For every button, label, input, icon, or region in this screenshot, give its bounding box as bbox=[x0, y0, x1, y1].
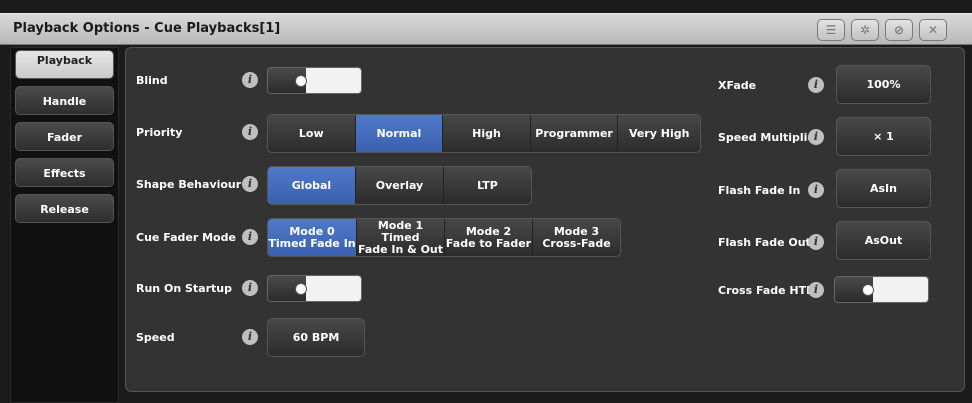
shape-option-ltp[interactable]: LTP bbox=[444, 167, 531, 204]
sidebar-item-playback[interactable]: Playback bbox=[15, 50, 114, 79]
cue-fader-mode-3[interactable]: Mode 3 Cross-Fade bbox=[533, 219, 620, 256]
priority-option-programmer[interactable]: Programmer bbox=[530, 115, 619, 152]
priority-option-normal[interactable]: Normal bbox=[355, 115, 444, 152]
sidebar-item-label: Handle bbox=[42, 95, 87, 108]
cue-fader-mode-1[interactable]: Mode 1 Timed Fade In & Out bbox=[357, 219, 445, 256]
toggle-knob bbox=[862, 284, 874, 296]
info-icon[interactable]: i bbox=[808, 129, 824, 145]
speed-button[interactable]: 60 BPM bbox=[267, 318, 365, 357]
mode-line1: Mode 0 bbox=[289, 224, 335, 238]
speed-label: Speed bbox=[136, 331, 175, 344]
xfade-label: XFade bbox=[718, 79, 757, 92]
priority-option-low[interactable]: Low bbox=[268, 115, 356, 152]
cue-fader-mode-2[interactable]: Mode 2 Fade to Fader bbox=[445, 219, 533, 256]
sidebar-item-fader[interactable]: Fader bbox=[15, 122, 114, 151]
cross-fade-htp-toggle[interactable] bbox=[834, 276, 929, 303]
flash-fade-out-value: AsOut bbox=[864, 234, 903, 247]
shape-behaviour-selector: Global Overlay LTP bbox=[267, 166, 532, 205]
blind-label: Blind bbox=[136, 74, 168, 87]
mode-line1: Mode 1 Timed bbox=[377, 218, 424, 244]
sidebar-item-label: Effects bbox=[43, 167, 86, 180]
priority-option-high[interactable]: High bbox=[443, 115, 531, 152]
info-icon[interactable]: i bbox=[808, 282, 824, 298]
shape-behaviour-label: Shape Behaviour bbox=[136, 178, 242, 191]
shape-option-overlay[interactable]: Overlay bbox=[356, 167, 444, 204]
xfade-button[interactable]: 100% bbox=[836, 65, 931, 104]
cross-fade-htp-label: Cross Fade HTP bbox=[718, 284, 815, 297]
cue-fader-mode-selector: Mode 0 Timed Fade In Mode 1 Timed Fade In … bbox=[267, 218, 621, 257]
info-icon[interactable]: i bbox=[808, 182, 824, 198]
info-icon[interactable]: i bbox=[242, 124, 258, 140]
info-icon[interactable]: i bbox=[242, 280, 258, 296]
cue-fader-mode-label: Cue Fader Mode bbox=[136, 231, 236, 244]
mode-line1: Mode 3 bbox=[553, 224, 600, 238]
flash-fade-in-value: AsIn bbox=[870, 182, 897, 195]
flash-fade-out-button[interactable]: AsOut bbox=[836, 221, 931, 260]
toggle-on-segment bbox=[873, 277, 928, 302]
gear-icon[interactable]: ✲ bbox=[851, 19, 879, 41]
flash-fade-in-button[interactable]: AsIn bbox=[836, 169, 931, 208]
mode-line2: Fade to Fader bbox=[445, 236, 532, 250]
priority-option-very-high[interactable]: Very High bbox=[618, 115, 700, 152]
run-on-startup-toggle[interactable] bbox=[267, 275, 362, 302]
toggle-knob bbox=[295, 75, 307, 87]
flash-fade-in-label: Flash Fade In bbox=[718, 184, 801, 197]
speed-multiplier-value: × 1 bbox=[873, 130, 894, 143]
options-panel: Blind i Priority i Low Normal High Progr… bbox=[125, 47, 965, 392]
playback-options-window: Playback Options - Cue Playbacks[1] ☰ ✲ … bbox=[0, 0, 972, 403]
priority-selector: Low Normal High Programmer Very High bbox=[267, 114, 701, 153]
cue-fader-mode-0[interactable]: Mode 0 Timed Fade In bbox=[268, 219, 357, 256]
window-title: Playback Options - Cue Playbacks[1] bbox=[13, 21, 281, 36]
info-icon[interactable]: i bbox=[808, 77, 824, 93]
mode-line2: Fade In & Out bbox=[357, 242, 444, 256]
sidebar-item-effects[interactable]: Effects bbox=[15, 158, 114, 187]
run-on-startup-label: Run On Startup bbox=[136, 282, 232, 295]
mode-line2: Timed Fade In bbox=[268, 236, 356, 250]
blind-toggle[interactable] bbox=[267, 67, 362, 94]
sidebar-item-label: Release bbox=[40, 203, 89, 216]
info-icon[interactable]: i bbox=[808, 234, 824, 250]
mode-line1: Mode 2 bbox=[465, 224, 512, 238]
priority-label: Priority bbox=[136, 126, 183, 139]
sidebar: Playback Handle Fader Effects Release bbox=[10, 47, 119, 403]
toggle-on-segment bbox=[306, 276, 361, 301]
no-pin-icon[interactable]: ⊘ bbox=[885, 19, 913, 41]
sidebar-item-label: Fader bbox=[46, 131, 83, 144]
speed-value: 60 BPM bbox=[292, 331, 340, 344]
close-icon[interactable]: ✕ bbox=[919, 19, 947, 41]
flash-fade-out-label: Flash Fade Out bbox=[718, 236, 811, 249]
mode-line2: Cross-Fade bbox=[542, 236, 611, 250]
info-icon[interactable]: i bbox=[242, 176, 258, 192]
toggle-on-segment bbox=[306, 68, 361, 93]
shape-option-global[interactable]: Global bbox=[268, 167, 356, 204]
title-bar: Playback Options - Cue Playbacks[1] ☰ ✲ … bbox=[0, 13, 972, 45]
menu-icon[interactable]: ☰ bbox=[817, 19, 845, 41]
info-icon[interactable]: i bbox=[242, 329, 258, 345]
sidebar-item-release[interactable]: Release bbox=[15, 194, 114, 223]
speed-multiplier-label: Speed Multiplier bbox=[718, 131, 821, 144]
info-icon[interactable]: i bbox=[242, 229, 258, 245]
toggle-knob bbox=[295, 283, 307, 295]
sidebar-item-handle[interactable]: Handle bbox=[15, 86, 114, 115]
sidebar-item-label: Playback bbox=[36, 54, 93, 67]
xfade-value: 100% bbox=[866, 78, 901, 91]
info-icon[interactable]: i bbox=[242, 72, 258, 88]
speed-multiplier-button[interactable]: × 1 bbox=[836, 117, 931, 156]
